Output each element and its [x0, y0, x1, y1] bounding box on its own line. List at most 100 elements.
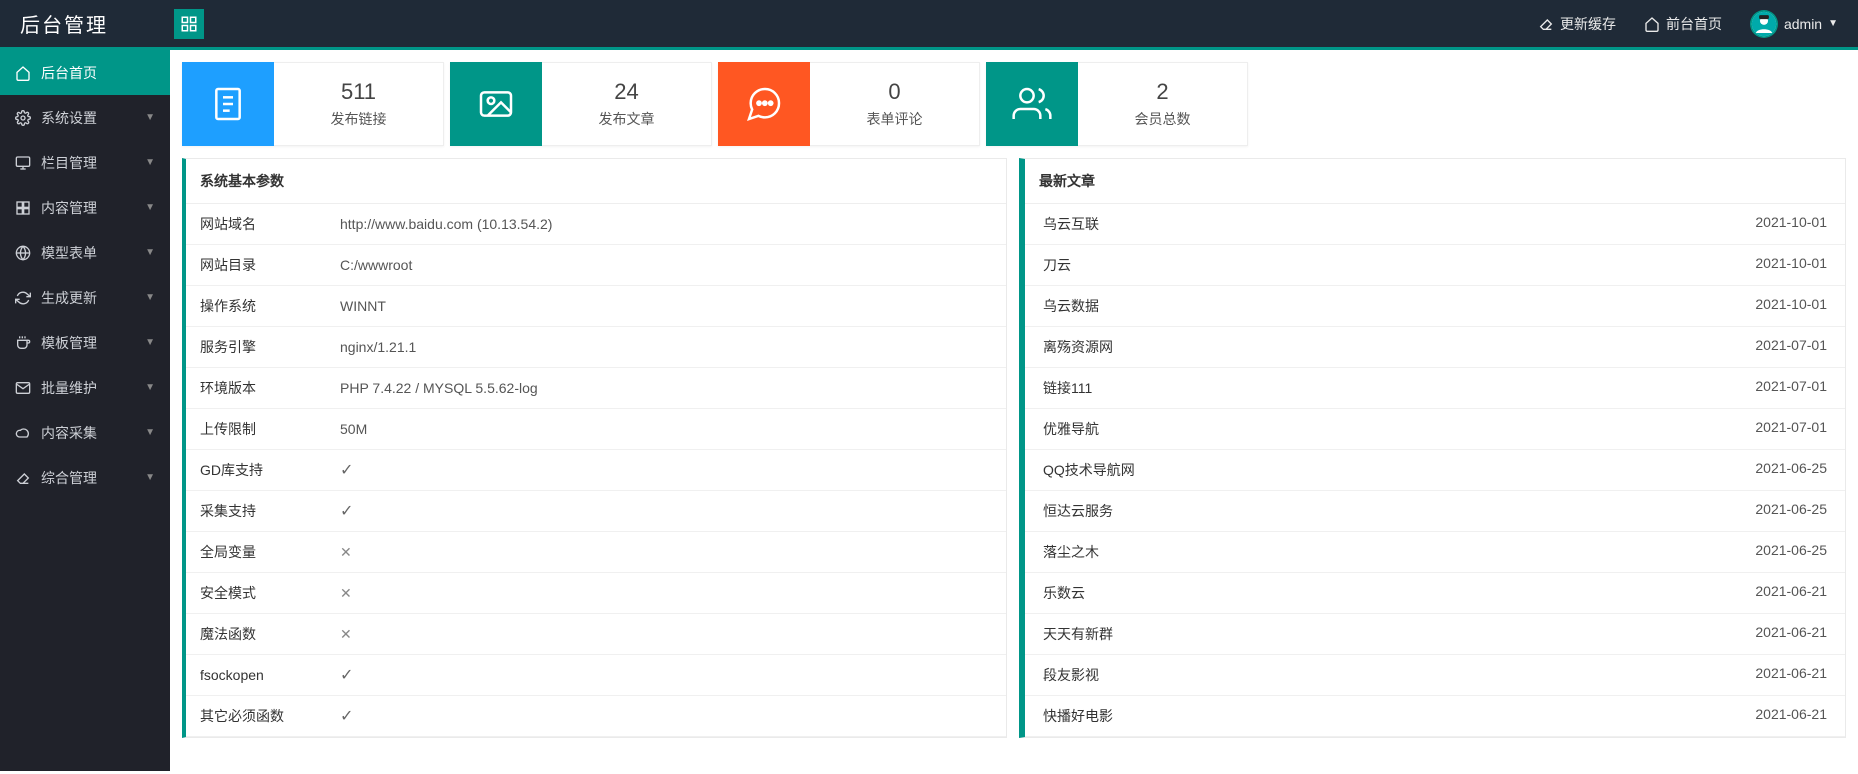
apps-grid-icon — [180, 15, 198, 33]
param-key: 操作系统 — [186, 286, 326, 327]
globe-icon — [15, 245, 31, 261]
article-date: 2021-07-01 — [1755, 378, 1827, 398]
article-title: 链接111 — [1043, 378, 1092, 398]
article-date: 2021-10-01 — [1755, 296, 1827, 316]
sidebar-item-8[interactable]: 内容采集▼ — [0, 410, 170, 455]
check-icon — [340, 708, 353, 724]
sidebar-item-6[interactable]: 模板管理 ▼ — [0, 320, 170, 365]
sidebar-item-label: 批量维护 — [41, 378, 97, 398]
article-date: 2021-06-21 — [1755, 624, 1827, 644]
article-title: 天天有新群 — [1043, 624, 1113, 644]
user-menu[interactable]: admin ▼ — [1750, 10, 1838, 38]
stat-number: 0 — [888, 79, 900, 105]
list-item[interactable]: 离殇资源网 2021-07-01 — [1025, 327, 1845, 368]
article-title: 优雅导航 — [1043, 419, 1099, 439]
front-home-link[interactable]: 前台首页 — [1644, 14, 1722, 34]
chevron-down-icon: ▼ — [1828, 18, 1838, 29]
system-params-panel: 系统基本参数 网站域名http://www.baidu.com (10.13.5… — [182, 158, 1007, 738]
article-date: 2021-06-21 — [1755, 665, 1827, 685]
table-row: 采集支持 — [186, 491, 1006, 532]
table-row: 全局变量 — [186, 532, 1006, 573]
x-icon — [340, 544, 352, 560]
app-logo: 后台管理 — [0, 9, 170, 38]
list-item[interactable]: 乌云数据 2021-10-01 — [1025, 286, 1845, 327]
stat-card-0[interactable]: 511发布链接 — [182, 62, 444, 146]
latest-articles-panel: 最新文章 乌云互联2021-10-01刀云2021-10-01乌云数据2021-… — [1019, 158, 1846, 738]
table-row: 安全模式 — [186, 573, 1006, 614]
stat-number: 2 — [1156, 79, 1168, 105]
table-row: GD库支持 — [186, 450, 1006, 491]
layers-icon — [15, 200, 31, 216]
apps-grid-button[interactable] — [174, 9, 204, 39]
list-item[interactable]: 落尘之木2021-06-25 — [1025, 532, 1845, 573]
param-key: 全局变量 — [186, 532, 326, 573]
article-title: 乌云互联 — [1043, 214, 1099, 234]
gear-icon — [15, 110, 31, 126]
chevron-down-icon: ▼ — [145, 472, 155, 483]
stat-cards-row: 511发布链接24发布文章 0 表单评论 2会员总数 — [170, 62, 1858, 146]
sidebar-item-0[interactable]: 后台首页 — [0, 50, 170, 95]
article-date: 2021-06-21 — [1755, 706, 1827, 726]
users-icon — [986, 62, 1078, 146]
refresh-cache-link[interactable]: 更新缓存 — [1538, 14, 1616, 34]
article-date: 2021-06-25 — [1755, 460, 1827, 480]
sidebar-item-4[interactable]: 模型表单▼ — [0, 230, 170, 275]
param-key: GD库支持 — [186, 450, 326, 491]
article-date: 2021-07-01 — [1755, 337, 1827, 357]
sidebar-item-1[interactable]: 系统设置▼ — [0, 95, 170, 140]
stat-card-3[interactable]: 2会员总数 — [986, 62, 1248, 146]
eraser-icon — [15, 470, 31, 486]
sidebar-item-5[interactable]: 生成更新▼ — [0, 275, 170, 320]
stat-label: 表单评论 — [867, 109, 923, 129]
sidebar-item-label: 系统设置 — [41, 108, 97, 128]
chevron-down-icon: ▼ — [145, 337, 155, 348]
article-title: QQ技术导航网 — [1043, 460, 1135, 480]
param-value — [326, 573, 1006, 614]
param-key: 服务引擎 — [186, 327, 326, 368]
sidebar-item-2[interactable]: 栏目管理▼ — [0, 140, 170, 185]
sidebar-item-3[interactable]: 内容管理▼ — [0, 185, 170, 230]
refresh-icon — [15, 290, 31, 306]
article-title: 恒达云服务 — [1043, 501, 1113, 521]
list-item[interactable]: 快播好电影 2021-06-21 — [1025, 696, 1845, 737]
list-item[interactable]: 优雅导航 2021-07-01 — [1025, 409, 1845, 450]
article-title: 离殇资源网 — [1043, 337, 1113, 357]
sidebar-item-label: 模型表单 — [41, 243, 97, 263]
article-title: 乌云数据 — [1043, 296, 1099, 316]
list-item[interactable]: 刀云2021-10-01 — [1025, 245, 1845, 286]
article-title: 乐数云 — [1043, 583, 1085, 603]
list-item[interactable]: 乐数云2021-06-21 — [1025, 573, 1845, 614]
stat-card-2[interactable]: 0 表单评论 — [718, 62, 980, 146]
list-item[interactable]: 链接111 2021-07-01 — [1025, 368, 1845, 409]
param-value — [326, 614, 1006, 655]
eraser-icon — [1538, 16, 1554, 32]
sidebar-item-label: 后台首页 — [41, 63, 97, 83]
param-key: fsockopen — [186, 655, 326, 696]
chevron-down-icon: ▼ — [145, 202, 155, 213]
list-item[interactable]: 天天有新群 2021-06-21 — [1025, 614, 1845, 655]
list-item[interactable]: QQ技术导航网 2021-06-25 — [1025, 450, 1845, 491]
sidebar-item-9[interactable]: 综合管理▼ — [0, 455, 170, 500]
check-icon — [340, 462, 353, 478]
article-title: 快播好电影 — [1043, 706, 1113, 726]
article-title: 落尘之木 — [1043, 542, 1099, 562]
list-item[interactable]: 恒达云服务 2021-06-25 — [1025, 491, 1845, 532]
article-title: 刀云 — [1043, 255, 1071, 275]
list-item[interactable]: 乌云互联2021-10-01 — [1025, 204, 1845, 245]
stat-card-1[interactable]: 24发布文章 — [450, 62, 712, 146]
cup-icon — [15, 335, 31, 351]
chevron-down-icon: ▼ — [145, 292, 155, 303]
stat-number: 24 — [614, 79, 638, 105]
stat-number: 511 — [341, 79, 376, 105]
chevron-down-icon: ▼ — [145, 427, 155, 438]
list-item[interactable]: 段友影视2021-06-21 — [1025, 655, 1845, 696]
sidebar: 后台首页系统设置▼栏目管理▼内容管理▼模型表单▼生成更新▼模板管理▼批量维护▼内… — [0, 50, 170, 771]
param-value — [326, 655, 1006, 696]
param-key: 上传限制 — [186, 409, 326, 450]
table-row: 其它必须函数 — [186, 696, 1006, 737]
sidebar-item-7[interactable]: 批量维护▼ — [0, 365, 170, 410]
article-date: 2021-06-25 — [1755, 501, 1827, 521]
article-date: 2021-07-01 — [1755, 419, 1827, 439]
latest-articles-title: 最新文章 — [1025, 159, 1845, 204]
sidebar-item-label: 模板管理 — [41, 333, 97, 353]
